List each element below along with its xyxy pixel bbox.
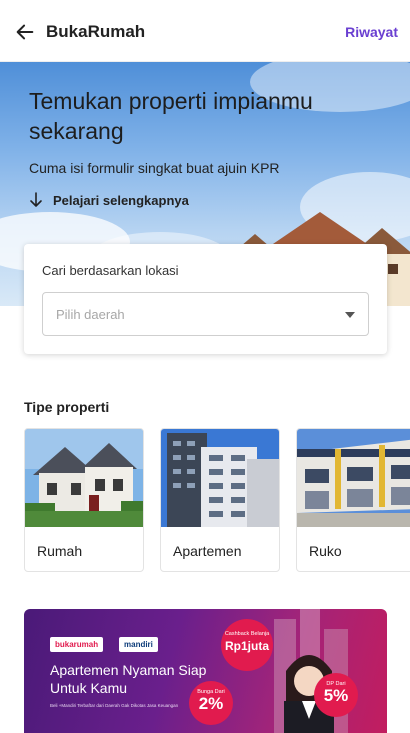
- dropdown-caret-icon: [345, 312, 355, 318]
- promo-banner[interactable]: bukarumah mandiri Apartemen Nyaman Siap …: [24, 609, 387, 733]
- search-label: Cari berdasarkan lokasi: [42, 263, 179, 278]
- property-type-card-apartemen[interactable]: Apartemen: [160, 428, 280, 572]
- location-search-card: Cari berdasarkan lokasi Pilih daerah: [24, 244, 387, 354]
- hero-subtitle: Cuma isi formulir singkat buat ajuin KPR: [29, 160, 280, 176]
- interest-badge: Bunga Dari 2%: [189, 681, 233, 725]
- banner-fine-print: Beli +Mandiri Terbaftar dari Daerah Gak …: [50, 703, 179, 708]
- hero-title: Temukan properti impianmu sekarang: [29, 88, 313, 144]
- dp-badge-value: 5%: [323, 686, 349, 705]
- cashback-badge-value: Rp1juta: [224, 639, 269, 653]
- interest-badge-value: 2%: [198, 694, 224, 713]
- learn-more-label: Pelajari selengkapnya: [53, 192, 189, 208]
- property-type-label: Ruko: [309, 543, 342, 559]
- property-type-label: Rumah: [37, 543, 83, 559]
- region-select[interactable]: Pilih daerah: [42, 292, 369, 336]
- property-type-card-ruko[interactable]: Ruko: [296, 428, 410, 572]
- learn-more-link[interactable]: Pelajari selengkapnya: [29, 192, 189, 208]
- app-title: BukaRumah: [46, 22, 146, 41]
- top-app-bar: BukaRumah Riwayat: [0, 0, 410, 62]
- property-type-card-rumah[interactable]: Rumah: [24, 428, 144, 572]
- history-link[interactable]: Riwayat: [345, 24, 398, 40]
- bukarumah-logo: bukarumah: [50, 637, 104, 652]
- cashback-badge: Cashback Belanja Rp1juta: [221, 619, 273, 671]
- back-arrow-icon[interactable]: [14, 21, 36, 43]
- property-types-title: Tipe properti: [24, 399, 110, 415]
- arrow-down-icon: [30, 192, 42, 207]
- dp-badge: DP Dari 5%: [314, 673, 358, 717]
- mandiri-logo: mandiri: [119, 637, 158, 652]
- shophouse-photo: [297, 429, 410, 527]
- property-type-label: Apartemen: [173, 543, 242, 559]
- apartment-photo: [161, 429, 279, 527]
- house-photo: [25, 429, 143, 527]
- region-select-placeholder: Pilih daerah: [56, 307, 125, 322]
